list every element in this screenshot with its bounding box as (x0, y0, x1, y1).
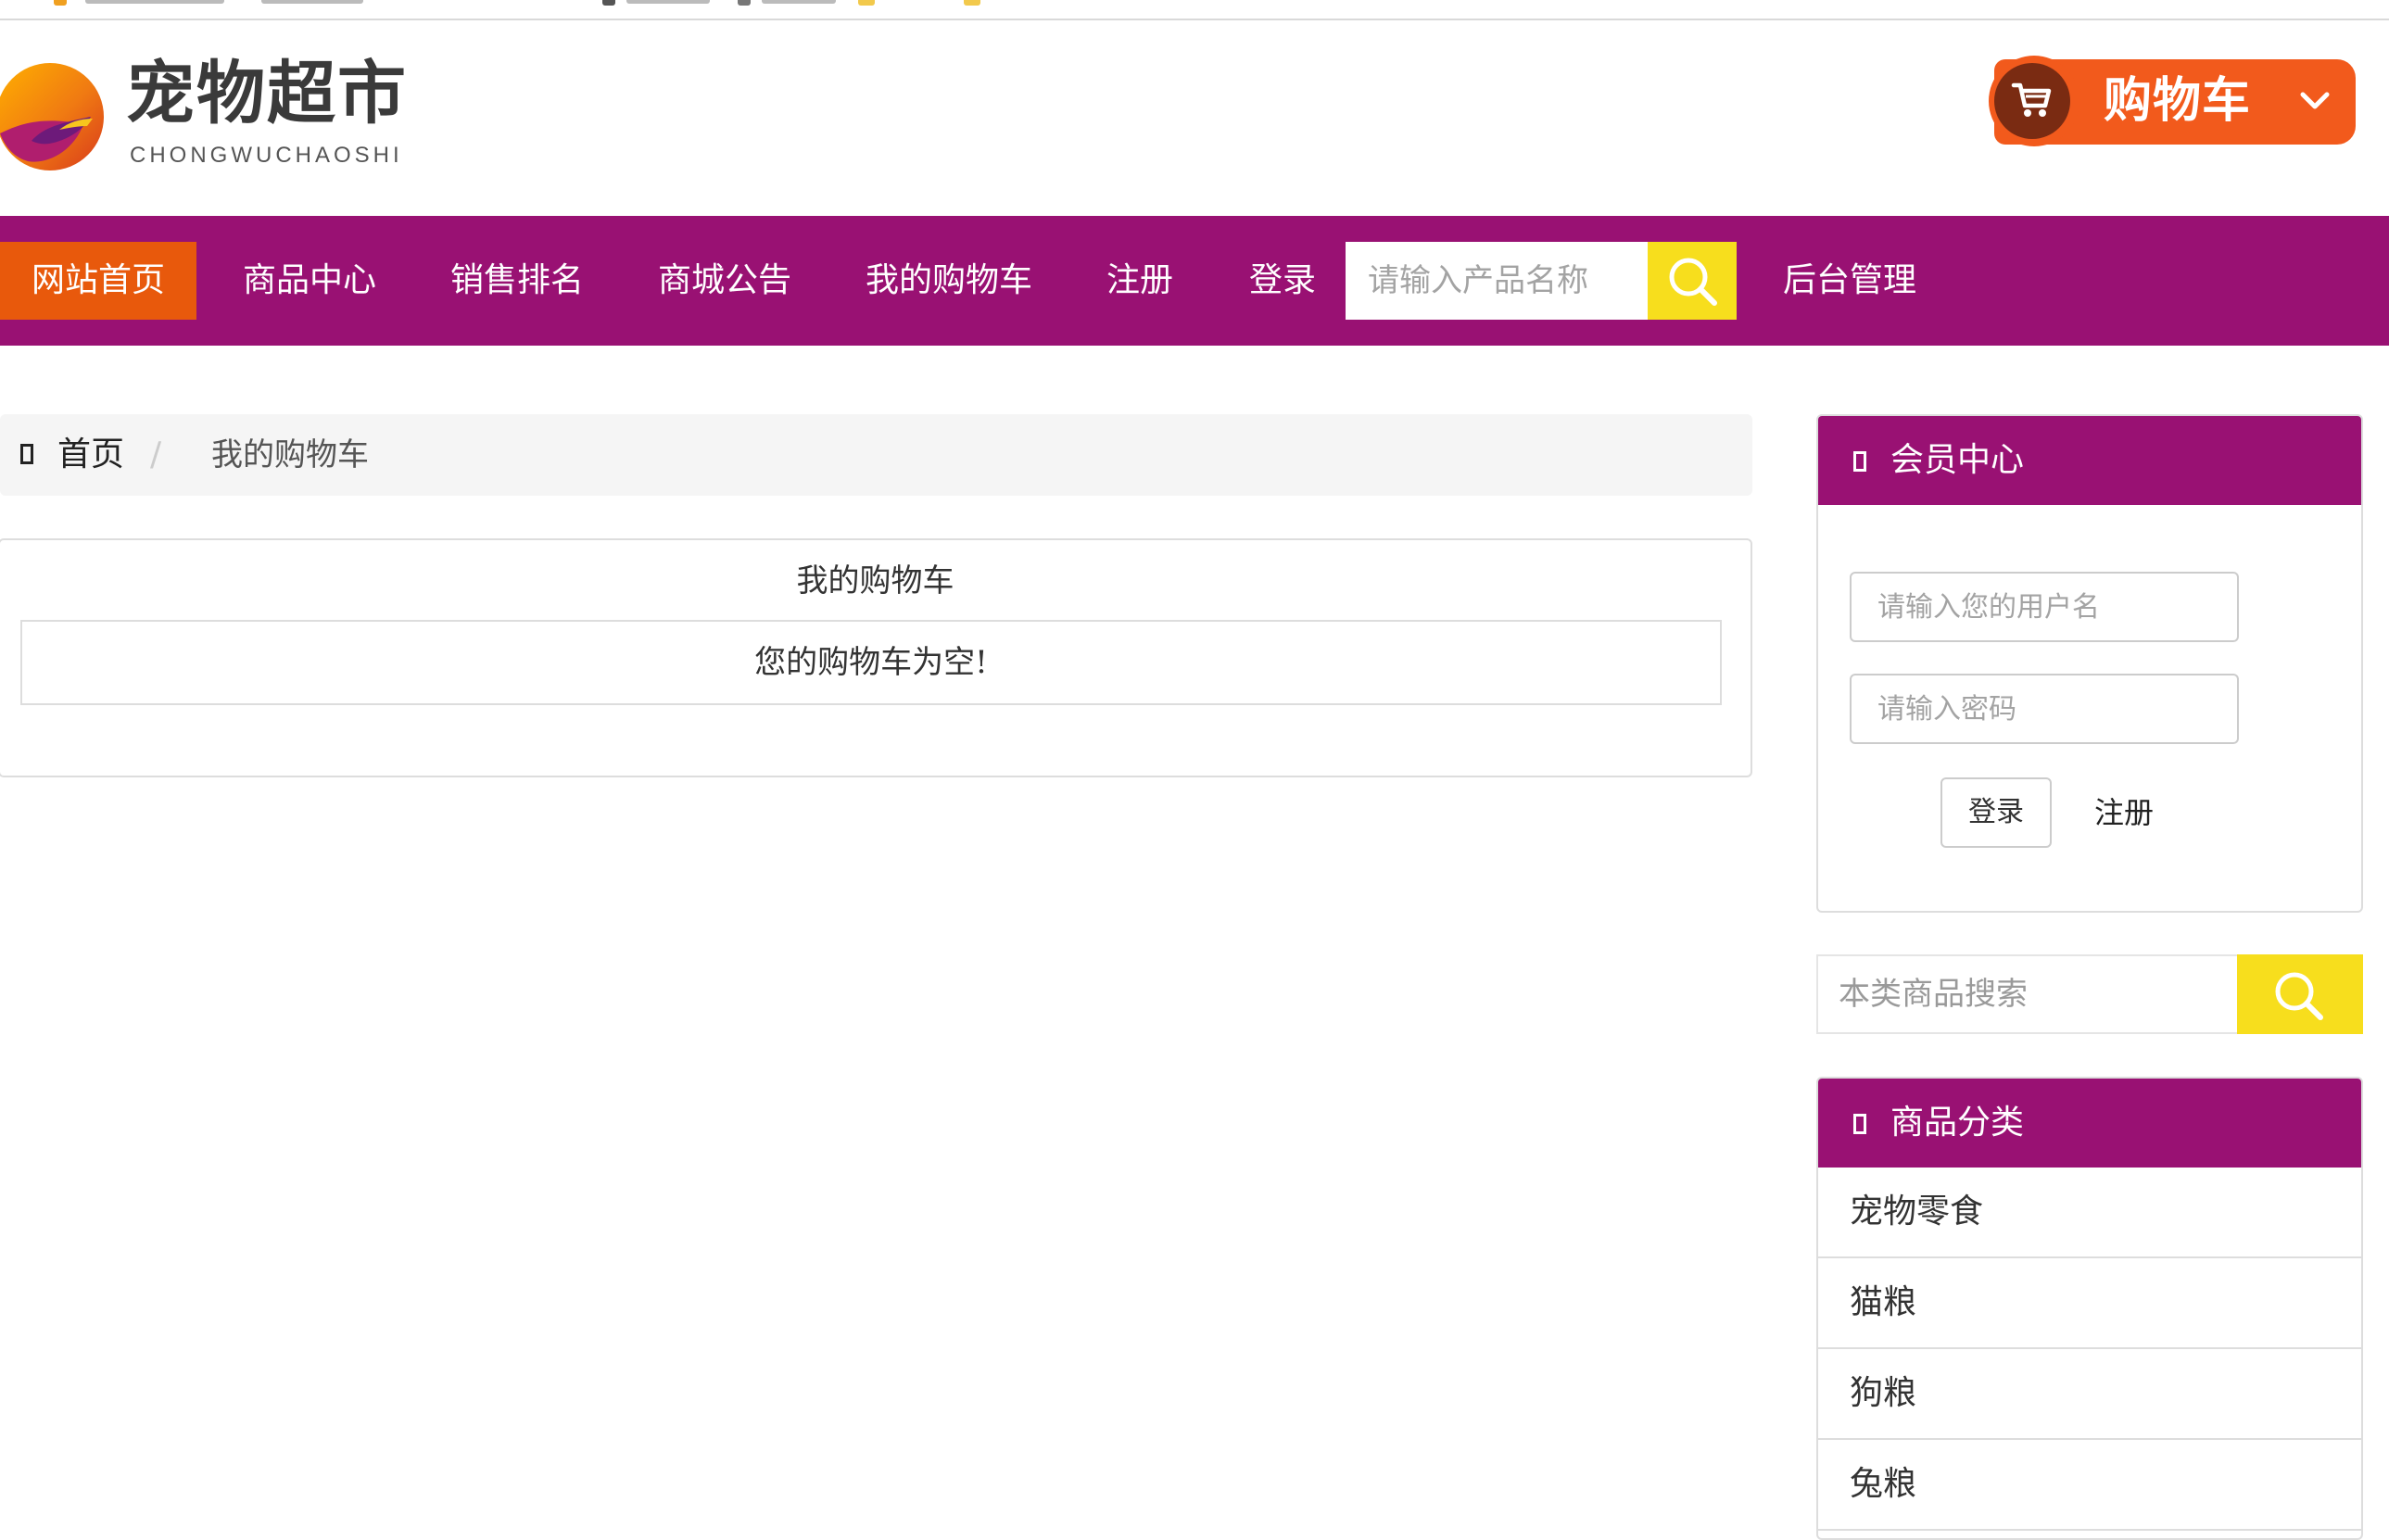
password-field[interactable] (1850, 674, 2239, 744)
category-search (1816, 954, 2363, 1034)
member-center-panel: 会员中心 登录 注册 (1816, 414, 2363, 913)
category-item[interactable]: 狗粮 (1818, 1349, 2361, 1440)
cart-panel: 我的购物车 您的购物车为空! (0, 538, 1752, 777)
nav-item-register[interactable]: 注册 (1106, 242, 1173, 320)
category-title: 商品分类 (1890, 1104, 2025, 1142)
breadcrumb: 首页 / 我的购物车 (0, 414, 1752, 496)
nav-item-admin[interactable]: 后台管理 (1783, 242, 1916, 320)
category-item[interactable]: 兔粮 (1818, 1440, 2361, 1531)
cart-dropdown-button[interactable]: 购物车 (1989, 56, 2356, 146)
category-item[interactable]: 宠物零食 (1818, 1168, 2361, 1258)
bookmark-text[interactable] (85, 0, 224, 4)
nav-item-home[interactable]: 网站首页 (0, 242, 196, 320)
category-header: 商品分类 (1818, 1079, 2361, 1168)
cart-icon-badge (1989, 56, 2079, 146)
nav-item-my-cart[interactable]: 我的购物车 (866, 242, 1032, 320)
product-search-input[interactable] (1346, 242, 1648, 320)
bookmark-text[interactable] (626, 0, 710, 4)
main-nav: 网站首页 商品中心 销售排名 商城公告 我的购物车 注册 登录 后台管理 (0, 216, 2389, 346)
category-item[interactable]: 猫粮 (1818, 1258, 2361, 1349)
bookmark-favicon[interactable] (602, 0, 615, 6)
nav-item-announcements[interactable]: 商城公告 (658, 242, 791, 320)
cart-title: 我的购物车 (796, 562, 954, 600)
chevron-down-icon (2300, 92, 2330, 109)
search-icon (1669, 258, 1717, 306)
category-list: 宠物零食 猫粮 狗粮 兔粮 (1818, 1168, 2361, 1531)
breadcrumb-separator: / (150, 435, 162, 473)
cart-button-label: 购物车 (2104, 73, 2252, 129)
site-header: 宠物超市 CHONGWUCHAOSHI 购物车 (0, 20, 2389, 216)
shopping-cart-icon (2011, 82, 2052, 117)
product-search-button[interactable] (1648, 242, 1737, 320)
category-icon (1853, 1114, 1866, 1134)
nav-item-login[interactable]: 登录 (1249, 242, 1316, 320)
site-logo-pinyin: CHONGWUCHAOSHI (130, 143, 403, 168)
bookmark-text[interactable] (762, 0, 836, 4)
bookmark-folder-icon[interactable] (964, 0, 980, 6)
category-panel: 商品分类 宠物零食 猫粮 狗粮 兔粮 (1816, 1077, 2363, 1540)
bookmark-bar (0, 0, 2389, 20)
bookmark-text[interactable] (261, 0, 363, 4)
nav-item-products[interactable]: 商品中心 (243, 242, 376, 320)
login-button[interactable]: 登录 (1940, 777, 2052, 848)
logo-icon[interactable] (0, 61, 106, 172)
breadcrumb-current: 我的购物车 (211, 436, 369, 473)
username-field[interactable] (1850, 572, 2239, 642)
bookmark-favicon[interactable] (738, 0, 751, 6)
site-logo-title[interactable]: 宠物超市 (126, 59, 408, 128)
register-link[interactable]: 注册 (2094, 777, 2154, 848)
member-center-header: 会员中心 (1818, 416, 2361, 505)
member-icon (1853, 451, 1866, 472)
search-icon (2275, 972, 2323, 1020)
cart-empty-message: 您的购物车为空! (20, 620, 1722, 705)
nav-item-sales-ranking[interactable]: 销售排名 (450, 242, 584, 320)
member-center-title: 会员中心 (1890, 441, 2025, 479)
category-search-button[interactable] (2237, 954, 2363, 1034)
bookmark-folder-icon[interactable] (858, 0, 875, 6)
category-search-input[interactable] (1818, 956, 2237, 1032)
bookmark-favicon[interactable] (54, 0, 67, 6)
home-icon (20, 444, 33, 464)
breadcrumb-home-link[interactable]: 首页 (57, 431, 124, 479)
